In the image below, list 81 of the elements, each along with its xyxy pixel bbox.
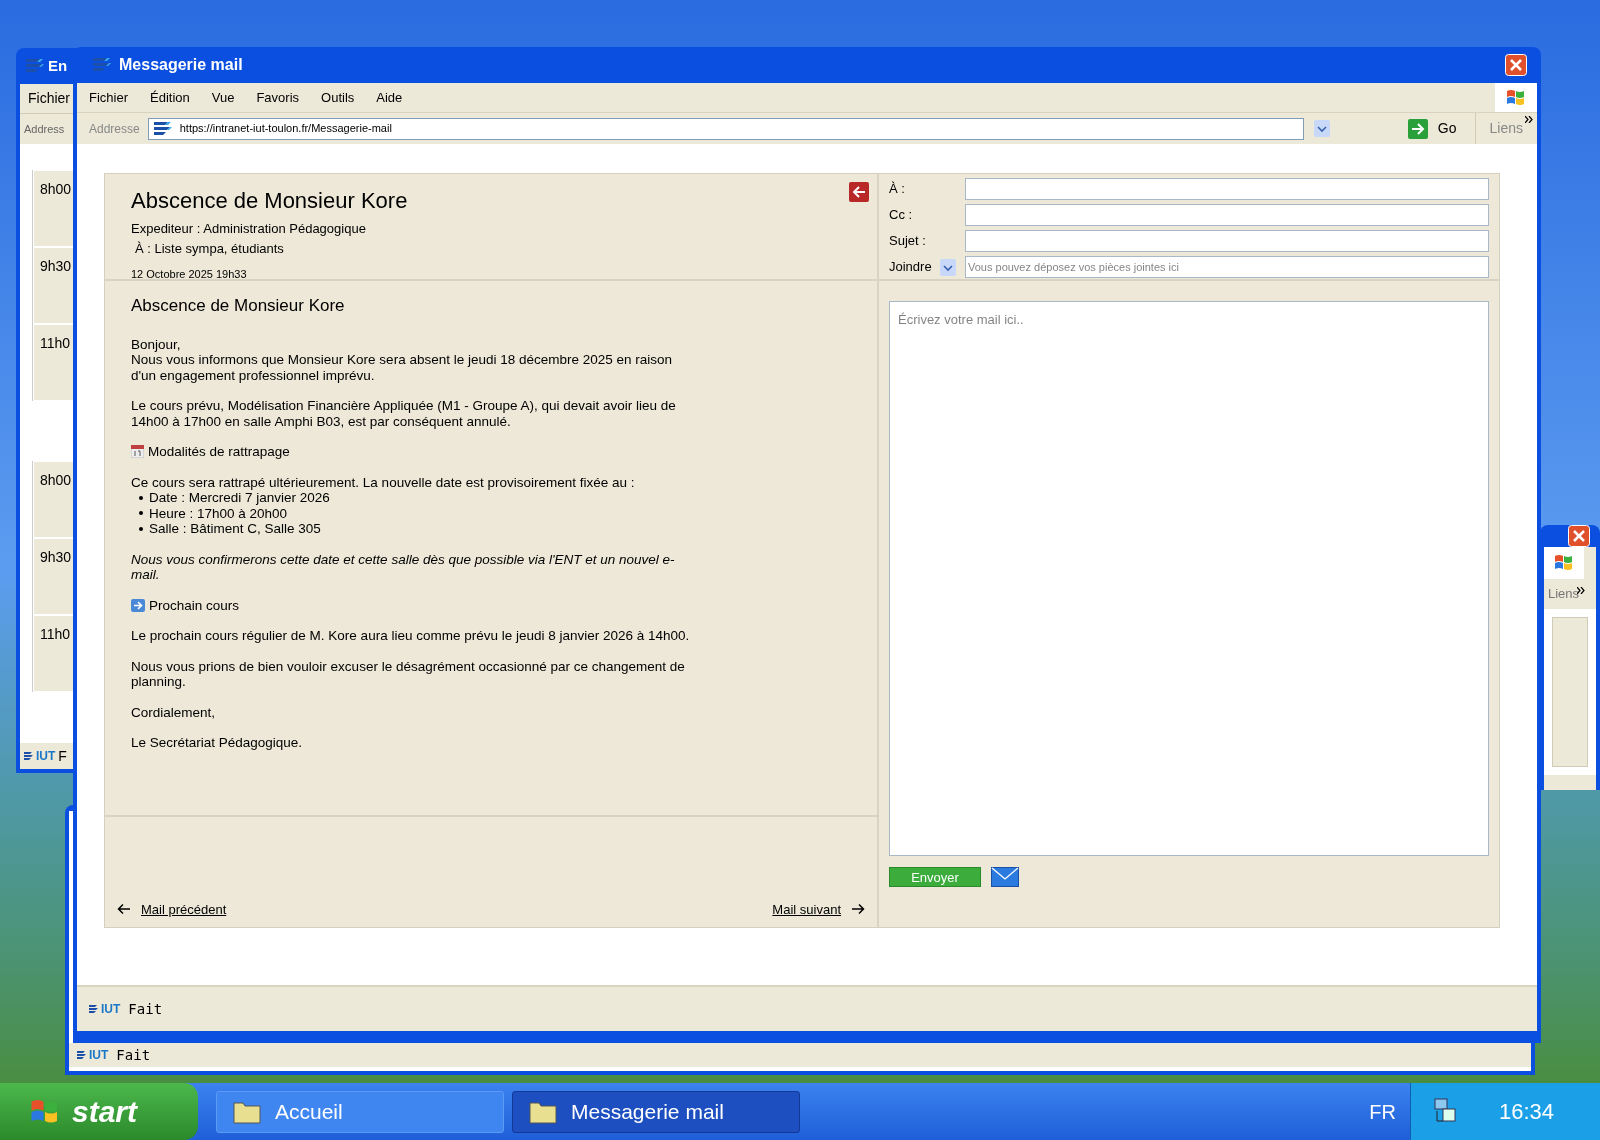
menu-item[interactable]: Outils	[321, 87, 355, 108]
menu-item[interactable]: Favoris	[256, 87, 300, 108]
language-indicator[interactable]: FR	[1369, 1096, 1396, 1127]
status-text: Fait	[128, 999, 163, 1019]
input-field[interactable]	[965, 178, 1489, 200]
app-logo-icon	[91, 56, 111, 74]
list-item: Heure : 17h00 à 20h00	[149, 505, 288, 521]
field-label: Cc :	[889, 206, 913, 225]
field-label: Sujet :	[889, 232, 926, 251]
calendar-icon	[131, 445, 144, 459]
paragraph: Ce cours sera rattrapé ultérieurement. La nouvelle date est provisoirement fixée au :	[131, 474, 636, 490]
chevrons-icon	[1525, 116, 1533, 123]
note-paragraph: Nous vous confirmerons cette date et cette salle dès que possible via l'ENT et un nouvel e-mail.	[131, 551, 676, 583]
go-button[interactable]: Go	[1437, 118, 1457, 139]
section-heading: Prochain cours	[149, 597, 240, 613]
left-arrow-icon	[117, 903, 131, 916]
address-label: Addresse	[89, 120, 140, 138]
input-field[interactable]	[965, 230, 1489, 252]
menu-item[interactable]: Édition	[150, 87, 190, 108]
date-text: 12 Octobre 2025 19h33	[131, 267, 248, 282]
envelope-icon[interactable]	[991, 867, 1019, 887]
sender-text: Expediteur : Administration Pédagogique	[131, 220, 367, 238]
bullet-icon	[139, 495, 143, 500]
links-button[interactable]: Liens	[1548, 584, 1590, 604]
dropdown-button[interactable]	[1313, 120, 1330, 137]
time-label: 11h0	[40, 335, 71, 351]
status-text: F	[58, 746, 67, 766]
attachment-field[interactable]: Vous pouvez déposez vos pièces jointes ici	[965, 256, 1489, 278]
taskbar-button[interactable]: Accueil	[216, 1090, 504, 1133]
mail-subject: Abscence de Monsieur Kore	[131, 187, 408, 215]
list-item: Salle : Bâtiment C, Salle 305	[149, 521, 321, 537]
paragraph: Le cours prévu, Modélisation Financière Appliquée (M1 - Groupe A), qui devait avoir lieu de 14h00 à 17h00 en salle Amphi B03, est par conséquent annulé.	[131, 398, 677, 429]
time-label: 8h00	[40, 181, 72, 197]
bullet-icon	[139, 511, 143, 516]
clock: 16:34	[1499, 1098, 1555, 1126]
close-button[interactable]	[1568, 525, 1590, 547]
paragraph: Bonjour, Nous vous informons que Monsieur Kore sera absent le jeudi 18 décembre 2025 en raison d'un engagement professionnel imprévu.	[131, 336, 674, 383]
time-label: 9h30	[40, 549, 72, 565]
iut-logo: IUT	[77, 1046, 109, 1064]
windows-logo-icon	[1553, 553, 1575, 573]
time-label: 8h00	[40, 472, 72, 488]
menu-item[interactable]: Aide	[376, 87, 403, 108]
paragraph: Le Secrétariat Pédagogique.	[131, 735, 304, 751]
folder-icon	[529, 1099, 557, 1124]
paragraph: Nous vous prions de bien vouloir excuser le désagrément occasionné par ce changement de planning.	[131, 658, 686, 690]
menu-item[interactable]: Vue	[211, 87, 235, 108]
time-label: 11h0	[40, 626, 71, 642]
message-field[interactable]: Écrivez votre mail ici..	[889, 301, 1489, 856]
section-heading: Modalités de rattrapage	[148, 444, 290, 460]
iut-logo: IUT	[89, 1000, 121, 1018]
menu-item[interactable]: Fichier	[89, 87, 128, 108]
page-logo-icon	[151, 119, 172, 138]
list-item: Date : Mercredi 7 janvier 2026	[149, 490, 330, 506]
windows-logo-icon	[1505, 87, 1527, 108]
back-button[interactable]	[849, 182, 869, 202]
field-label: À :	[889, 180, 905, 199]
previous-mail-link[interactable]: Mail précédent	[117, 899, 227, 919]
field-label: Joindre	[889, 258, 932, 277]
menu-item[interactable]: Fichier	[28, 88, 70, 109]
address-field[interactable]: https://intranet-iut-toulon.fr/Messagerie-mail	[147, 117, 1304, 140]
window-title: En	[48, 55, 68, 76]
folder-icon	[233, 1099, 261, 1124]
chevrons-icon	[1577, 587, 1586, 595]
app-logo-icon	[24, 57, 44, 75]
right-arrow-icon	[851, 903, 865, 916]
dropdown-button[interactable]	[939, 258, 956, 276]
input-field[interactable]	[965, 204, 1489, 226]
right-arrow-icon	[131, 598, 145, 612]
recipients-text: À : Liste sympa, étudiants	[134, 239, 285, 258]
paragraph: Cordialement,	[131, 704, 217, 720]
time-label: 9h30	[40, 258, 72, 274]
taskbar-button[interactable]: Messagerie mail	[512, 1090, 800, 1133]
next-mail-link[interactable]: Mail suivant	[772, 899, 865, 919]
status-text: Fait	[116, 1045, 151, 1065]
close-button[interactable]	[1505, 54, 1527, 76]
address-label: Address	[24, 121, 65, 137]
window-title: Messagerie mail	[119, 55, 244, 75]
iut-logo: IUT	[24, 747, 56, 765]
body-title: Abscence de Monsieur Kore	[131, 295, 345, 317]
bullet-icon	[139, 526, 143, 531]
paragraph: Le prochain cours régulier de M. Kore aura lieu comme prévu le jeudi 8 janvier 2026 à 14h00.	[131, 628, 691, 644]
